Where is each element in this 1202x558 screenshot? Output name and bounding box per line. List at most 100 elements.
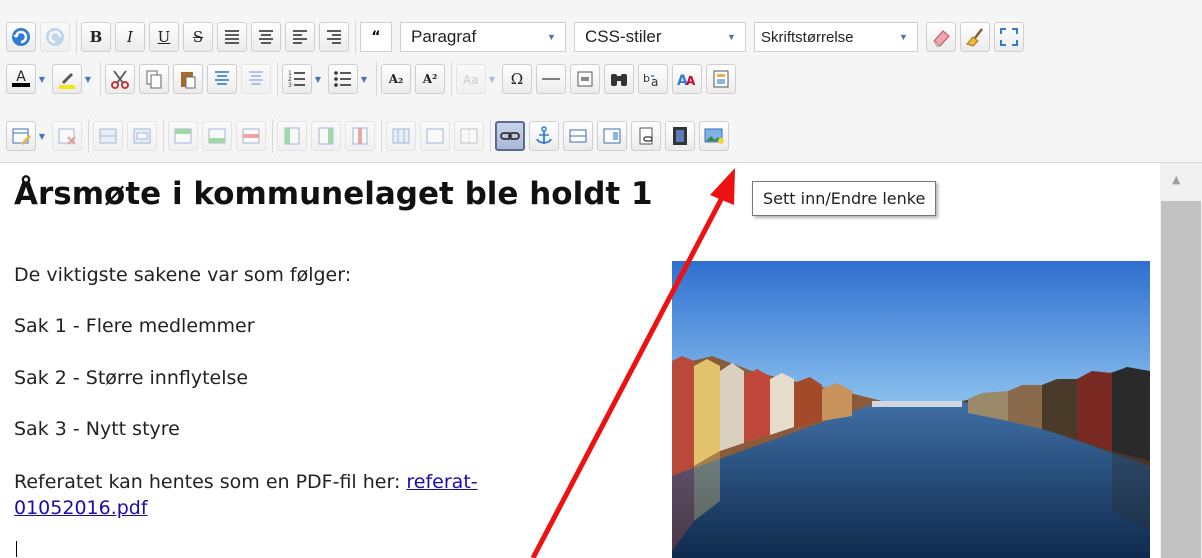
- layer-icon: [569, 129, 587, 143]
- bullet-list-button[interactable]: ▼: [328, 64, 370, 94]
- eraser-icon: [933, 30, 950, 47]
- paste-text-icon: [215, 71, 229, 85]
- split-cells-button[interactable]: [386, 121, 416, 151]
- scissors-icon: [111, 70, 129, 89]
- delete-col-button[interactable]: [345, 121, 375, 151]
- media-button[interactable]: [665, 121, 695, 151]
- table-insert-button[interactable]: ▼: [6, 121, 48, 151]
- paste-word-icon: [249, 71, 263, 85]
- superscript-button[interactable]: A²: [415, 64, 445, 94]
- numbered-list-icon: 123: [282, 64, 312, 94]
- vertical-scrollbar[interactable]: ▲: [1160, 163, 1202, 558]
- text-color-button[interactable]: A ▼: [6, 64, 48, 94]
- insert-row-after-button[interactable]: [202, 121, 232, 151]
- format-group: “ Paragraf ▼ CSS-stiler ▼ Skriftstørrels…: [355, 20, 1024, 54]
- iframe-button[interactable]: [597, 121, 627, 151]
- insert-col-before-icon: [284, 127, 300, 145]
- merge-cells-button[interactable]: [420, 121, 450, 151]
- highlight-color-button[interactable]: ▼: [52, 64, 94, 94]
- copy-button[interactable]: [139, 64, 169, 94]
- document-link-button[interactable]: [631, 121, 661, 151]
- cleanup-button[interactable]: [960, 22, 990, 52]
- chevron-down-icon: ▼: [727, 32, 736, 42]
- insert-col-before-button[interactable]: [277, 121, 307, 151]
- undo-icon: [12, 28, 30, 46]
- template-button[interactable]: [706, 64, 736, 94]
- align-center-button[interactable]: [251, 22, 281, 52]
- insert-col-after-button[interactable]: [311, 121, 341, 151]
- page-break-button[interactable]: [570, 64, 600, 94]
- font-icon-button[interactable]: AA: [672, 64, 702, 94]
- merge-cells-icon: [426, 128, 444, 144]
- special-char-button[interactable]: Ω: [502, 64, 532, 94]
- row-props-button[interactable]: [127, 121, 157, 151]
- find-button[interactable]: [604, 64, 634, 94]
- italic-button[interactable]: I: [115, 22, 145, 52]
- undo-button[interactable]: [6, 22, 36, 52]
- script-group: A₂ A²: [376, 62, 445, 96]
- blockquote-button[interactable]: “: [360, 22, 392, 52]
- replace-button[interactable]: ba: [638, 64, 668, 94]
- referat-paragraph: Referatet kan hentes som en PDF-fil her:…: [14, 469, 478, 521]
- svg-text:b: b: [643, 72, 650, 85]
- cell-split-icon-button[interactable]: [454, 121, 484, 151]
- page-heading: Årsmøte i kommunelaget ble holdt 1: [14, 176, 653, 212]
- film-icon: [673, 127, 687, 145]
- chevron-down-icon[interactable]: ▼: [82, 64, 94, 94]
- numbered-list-button[interactable]: 123 ▼: [282, 64, 324, 94]
- referat-link-continued[interactable]: 01052016.pdf: [14, 497, 148, 519]
- style-apply-button[interactable]: Aa ▼: [456, 64, 498, 94]
- table-group: ▼: [6, 119, 82, 153]
- align-left-button[interactable]: [285, 22, 315, 52]
- image-icon: [704, 128, 724, 144]
- paste-text-button[interactable]: [207, 64, 237, 94]
- chevron-down-icon[interactable]: ▼: [312, 64, 324, 94]
- toolbar-row-3: ▼: [6, 118, 735, 154]
- binoculars-icon: [611, 74, 627, 86]
- format-select[interactable]: Paragraf ▼: [400, 22, 566, 52]
- chevron-down-icon[interactable]: ▼: [358, 64, 370, 94]
- table-delete-button[interactable]: [52, 121, 82, 151]
- chevron-down-icon: ▼: [488, 74, 496, 84]
- bold-button[interactable]: B: [81, 22, 111, 52]
- referat-link[interactable]: referat-: [406, 471, 477, 493]
- delete-col-icon: [352, 127, 368, 145]
- chevron-down-icon[interactable]: ▼: [36, 121, 48, 151]
- font-size-select[interactable]: Skriftstørrelse ▼: [754, 22, 918, 52]
- css-styles-select-value: CSS-stiler: [585, 27, 662, 46]
- link-tooltip: Sett inn/Endre lenke: [752, 181, 937, 216]
- list-item: Sak 2 - Større innflytelse: [14, 367, 249, 389]
- layer-button[interactable]: [563, 121, 593, 151]
- list-item: Sak 1 - Flere medlemmer: [14, 315, 255, 337]
- align-left-icon: [293, 30, 307, 44]
- toolbar-row-2: A ▼ ▼ 1 2 3 ▼ ▼ A₂ A² Aa ▼ Ω b a A A: [6, 61, 742, 97]
- anchor-button[interactable]: [529, 121, 559, 151]
- font-icon: AA: [677, 73, 696, 89]
- chevron-down-icon[interactable]: ▼: [36, 64, 48, 94]
- align-right-button[interactable]: [319, 22, 349, 52]
- clipboard-group: [100, 62, 271, 96]
- paste-word-button[interactable]: [241, 64, 271, 94]
- cell-props-button[interactable]: [93, 121, 123, 151]
- align-right-icon: [327, 30, 341, 44]
- harbor-photo[interactable]: [672, 261, 1150, 558]
- align-justify-button[interactable]: [217, 22, 247, 52]
- delete-row-button[interactable]: [236, 121, 266, 151]
- editor-content[interactable]: Årsmøte i kommunelaget ble holdt 1 De vi…: [0, 163, 1158, 558]
- text-cursor: [16, 541, 17, 557]
- scroll-up-icon[interactable]: ▲: [1172, 173, 1180, 186]
- strikethrough-button[interactable]: S: [183, 22, 213, 52]
- horizontal-rule-button[interactable]: [536, 64, 566, 94]
- css-styles-select[interactable]: CSS-stiler ▼: [574, 22, 746, 52]
- cut-button[interactable]: [105, 64, 135, 94]
- redo-button[interactable]: [40, 22, 70, 52]
- paste-button[interactable]: [173, 64, 203, 94]
- scrollbar-thumb[interactable]: [1161, 201, 1201, 558]
- subscript-button[interactable]: A₂: [381, 64, 411, 94]
- fullscreen-button[interactable]: [994, 22, 1024, 52]
- underline-button[interactable]: U: [149, 22, 179, 52]
- image-button[interactable]: [699, 121, 729, 151]
- insert-row-before-button[interactable]: [168, 121, 198, 151]
- remove-format-button[interactable]: [926, 22, 956, 52]
- insert-link-button[interactable]: [495, 121, 525, 151]
